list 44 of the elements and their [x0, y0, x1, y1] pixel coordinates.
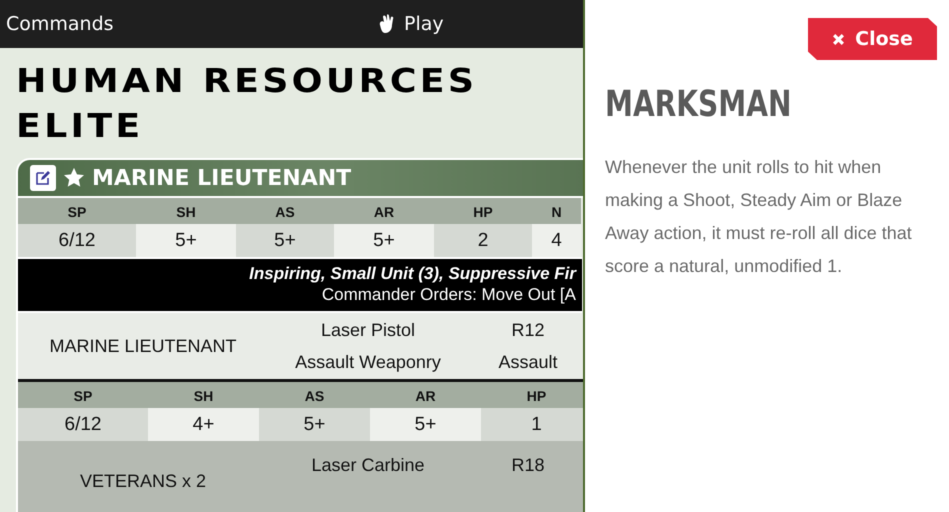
panel-title: MARKSMAN [605, 84, 792, 125]
stat-value: 5+ [136, 224, 236, 257]
weapon-range: Assault [497, 351, 559, 374]
stat-header: SH [136, 198, 236, 224]
stat-value: 5+ [334, 224, 434, 257]
weapon-name: Assault Weaponry [294, 351, 442, 374]
star-icon[interactable] [63, 167, 85, 189]
play-button[interactable]: Play [376, 13, 444, 35]
model-name: VETERANS x 2 [78, 471, 208, 492]
stat-header: SP [18, 198, 136, 224]
model-name: MARINE LIEUTENANT [48, 336, 238, 356]
stat-value: 5+ [370, 408, 481, 441]
weapon-range: R18 [510, 454, 546, 477]
special-rules-text: Inspiring, Small Unit (3), Suppressive Fir [248, 263, 576, 284]
special-rules-text: Commander Orders: Move Out [A [320, 284, 576, 305]
stat-value: 2 [434, 224, 532, 257]
stat-value: 6/12 [18, 224, 136, 257]
stat-value: 1 [481, 408, 583, 441]
weapon-name: Laser Pistol [320, 319, 416, 342]
stat-header: AS [259, 382, 370, 408]
stat-value: 4+ [148, 408, 259, 441]
stat-header: AR [334, 198, 434, 224]
weapon-name: Laser Carbine [310, 454, 426, 477]
stat-header: HP [434, 198, 532, 224]
edit-icon [35, 170, 51, 186]
stat-value: 4 [532, 224, 581, 257]
close-icon [832, 32, 846, 46]
stat-header: SH [148, 382, 259, 408]
stat-value: 6/12 [18, 408, 148, 441]
stat-header: HP [481, 382, 583, 408]
edit-button[interactable] [30, 165, 56, 191]
stat-value: 5+ [236, 224, 334, 257]
stat-header: N [532, 198, 581, 224]
unit-name: MARINE LIEUTENANT [92, 166, 352, 190]
stat-header: AR [370, 382, 481, 408]
weapon-range: R12 [510, 319, 546, 342]
close-button[interactable]: Close [808, 18, 937, 60]
stat-header: AS [236, 198, 334, 224]
stat-value: 5+ [259, 408, 370, 441]
roster-title: HUMAN RESOURCES [16, 60, 478, 102]
roster-title: ELITE [16, 105, 144, 147]
rule-description: Whenever the unit rolls to hit when making a Shoot, Steady Aim or Blaze Away action, it must re-roll all dice that score a natural, unmodified 1. [605, 156, 913, 278]
stat-header: SP [18, 382, 148, 408]
commands-link[interactable]: Commands [6, 13, 376, 35]
